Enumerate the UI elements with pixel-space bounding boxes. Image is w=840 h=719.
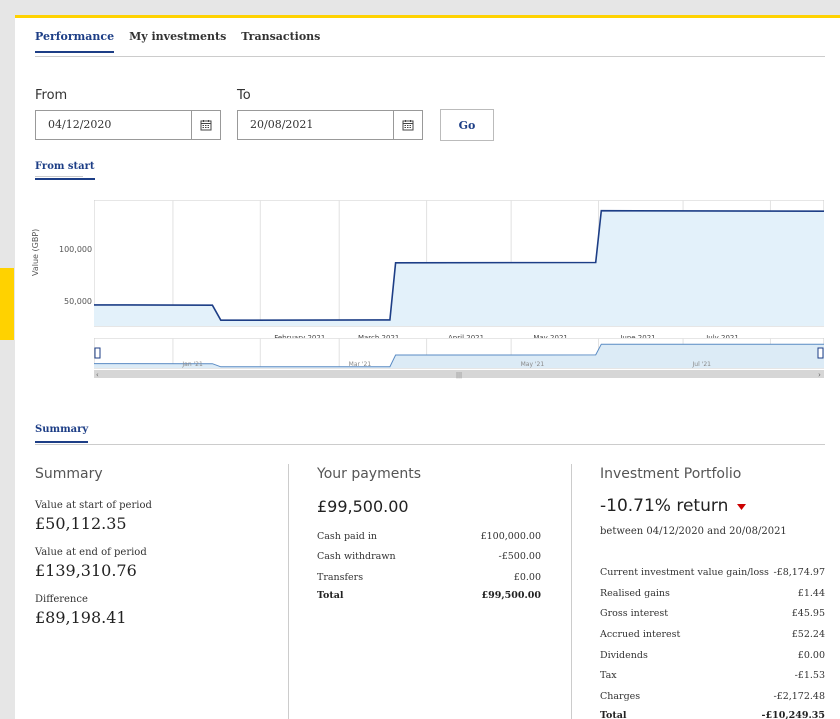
- portfolio-row-value: -£1.53: [794, 670, 825, 681]
- portfolio-row-label: Total: [600, 710, 627, 719]
- portfolio-row-label: Accrued interest: [600, 629, 681, 640]
- tab-transactions[interactable]: Transactions: [241, 30, 320, 53]
- to-date-input[interactable]: 20/08/2021: [237, 110, 394, 140]
- portfolio-row: Realised gains £1.44: [600, 588, 825, 599]
- difference-label: Difference: [35, 594, 88, 605]
- portfolio-row-value: £45.95: [791, 608, 825, 619]
- y-tick-50000: 50,000: [64, 297, 92, 306]
- portfolio-row-value: £0.00: [797, 650, 825, 661]
- tab-performance[interactable]: Performance: [35, 30, 115, 53]
- payment-row-value: £0.00: [513, 572, 541, 583]
- y-axis-title: Value (GBP): [31, 228, 40, 276]
- payment-row-label: Transfers: [317, 572, 364, 583]
- from-label: From: [35, 88, 68, 103]
- portfolio-row-label: Tax: [600, 670, 617, 681]
- tab-summary[interactable]: Summary: [35, 424, 89, 443]
- portfolio-title: Investment Portfolio: [600, 466, 742, 482]
- payment-row-value: -£500.00: [498, 551, 542, 562]
- payment-row: Cash withdrawn -£500.00: [317, 551, 541, 562]
- start-value-label: Value at start of period: [35, 500, 152, 511]
- from-date-input[interactable]: 04/12/2020: [35, 110, 192, 140]
- portfolio-row-value: £52.24: [791, 629, 825, 640]
- chart-tab-divider: [35, 176, 83, 177]
- side-accent-marker: [0, 268, 14, 340]
- payment-row-value: £99,500.00: [481, 590, 542, 601]
- navigator-tick-label: May '21: [521, 361, 545, 368]
- end-value-label: Value at end of period: [35, 547, 147, 558]
- summary-title: Summary: [35, 466, 103, 482]
- portfolio-row: Charges -£2,172.48: [600, 691, 825, 702]
- portfolio-row-label: Gross interest: [600, 608, 669, 619]
- to-label: To: [237, 88, 251, 103]
- calendar-icon: [402, 120, 414, 131]
- scrollbar-grip-icon[interactable]: |||: [456, 372, 462, 379]
- navigator-tick-label: Mar '21: [349, 361, 372, 368]
- column-divider: [571, 464, 572, 719]
- portfolio-row: Current investment value gain/loss -£8,17…: [600, 567, 825, 578]
- down-arrow-icon: [736, 504, 746, 510]
- scroll-right-icon[interactable]: ›: [818, 371, 821, 379]
- tab-bar: Performance My investments Transactions: [35, 30, 320, 53]
- portfolio-total-row: Total -£10,249.35: [600, 710, 825, 719]
- portfolio-period: between 04/12/2020 and 20/08/2021: [600, 526, 787, 537]
- summary-tab-divider: [35, 444, 825, 445]
- start-value: £50,112.35: [35, 514, 127, 533]
- return-value: -10.71% return: [600, 496, 729, 516]
- calendar-icon: [200, 120, 212, 131]
- payment-total-row: Total £99,500.00: [317, 590, 541, 601]
- payments-total-big: £99,500.00: [317, 497, 409, 516]
- portfolio-row: Dividends £0.00: [600, 650, 825, 661]
- portfolio-row-value: £1.44: [797, 588, 825, 599]
- portfolio-row-value: -£8,174.97: [773, 567, 825, 578]
- payment-row: Cash paid in £100,000.00: [317, 531, 541, 542]
- payment-row: Transfers £0.00: [317, 572, 541, 583]
- navigator-handle-left[interactable]: [94, 347, 101, 359]
- payment-row-value: £100,000.00: [480, 531, 541, 542]
- payment-row-label: Cash paid in: [317, 531, 377, 542]
- tab-my-investments[interactable]: My investments: [129, 30, 226, 53]
- portfolio-row: Gross interest £45.95: [600, 608, 825, 619]
- payment-row-label: Total: [317, 590, 344, 601]
- range-navigator[interactable]: Jan '21 Mar '21 May '21 Jul '21 ‹ › |||: [94, 338, 824, 380]
- tab-from-start[interactable]: From start: [35, 161, 95, 180]
- portfolio-row: Tax -£1.53: [600, 670, 825, 681]
- go-button[interactable]: Go: [440, 109, 494, 141]
- performance-line-chart: February 2021March 2021April 2021May 202…: [94, 200, 824, 342]
- scroll-left-icon[interactable]: ‹: [96, 371, 99, 379]
- portfolio-row-label: Current investment value gain/loss: [600, 567, 769, 578]
- to-calendar-button[interactable]: [393, 110, 423, 140]
- navigator-tick-label: Jul '21: [692, 361, 712, 368]
- navigator-handle-right[interactable]: [817, 347, 824, 359]
- portfolio-row-label: Realised gains: [600, 588, 670, 599]
- portfolio-return: -10.71% return: [600, 496, 746, 516]
- payment-row-label: Cash withdrawn: [317, 551, 396, 562]
- payments-title: Your payments: [317, 466, 421, 482]
- end-value: £139,310.76: [35, 561, 137, 580]
- difference-value: £89,198.41: [35, 608, 127, 627]
- tab-divider: [35, 56, 825, 57]
- from-calendar-button[interactable]: [191, 110, 221, 140]
- y-tick-100000: 100,000: [59, 245, 93, 254]
- portfolio-row-label: Charges: [600, 691, 641, 702]
- portfolio-row-value: -£2,172.48: [773, 691, 825, 702]
- column-divider: [288, 464, 289, 719]
- portfolio-row-label: Dividends: [600, 650, 648, 661]
- portfolio-row: Accrued interest £52.24: [600, 629, 825, 640]
- portfolio-row-value: -£10,249.35: [761, 710, 825, 719]
- performance-panel: Performance My investments Transactions …: [15, 15, 840, 719]
- navigator-tick-label: Jan '21: [181, 361, 203, 368]
